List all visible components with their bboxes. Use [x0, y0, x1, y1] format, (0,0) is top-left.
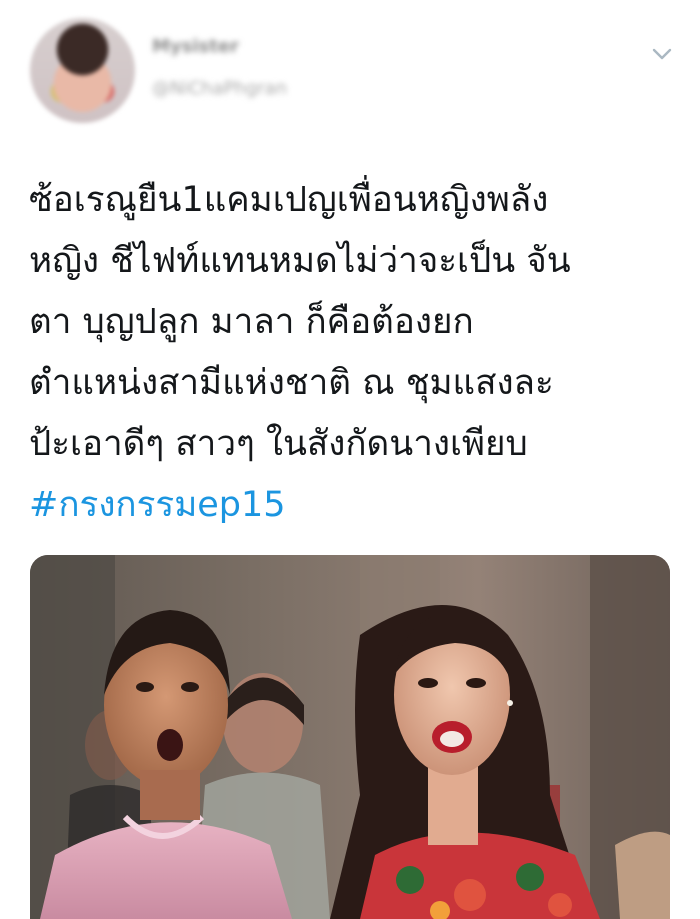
tweet-text-line: ป้ะเอาดีๆ สาวๆ ในสังกัดนางเพียบ [29, 424, 528, 464]
tweet-text-line: หญิง ชีไฟท์แทนหมดไม่ว่าจะเป็น จัน [29, 241, 571, 281]
drama-scene-photo [30, 555, 670, 919]
tweet-header: Mysister @NiChaPhgran [0, 0, 700, 140]
user-display-name[interactable]: Mysister [152, 36, 284, 60]
tweet-card: Mysister @NiChaPhgran ซ้อเรณูยืน1แคมเปญเ… [0, 0, 700, 919]
avatar[interactable] [30, 18, 135, 123]
tweet-text-line: ตำแหน่งสามีแห่งชาติ ณ ชุมแสงละ [29, 363, 554, 403]
tweet-text: ซ้อเรณูยืน1แคมเปญเพื่อนหญิงพลัง หญิง ชีไ… [29, 170, 679, 536]
tweet-text-line: ซ้อเรณูยืน1แคมเปญเพื่อนหญิงพลัง [29, 180, 549, 220]
hashtag-link[interactable]: #กรงกรรมep15 [29, 475, 679, 536]
user-handle[interactable]: @NiChaPhgran [152, 78, 322, 102]
chevron-down-icon[interactable] [648, 40, 676, 68]
tweet-text-line: ตา บุญปลูก มาลา ก็คือต้องยก [29, 302, 474, 342]
tweet-media-image[interactable] [30, 555, 670, 919]
